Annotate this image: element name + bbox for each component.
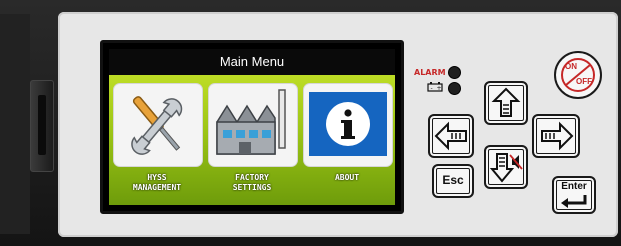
enter-button[interactable]: Enter	[552, 176, 596, 214]
hyss-label-line1: HYSS	[147, 173, 167, 182]
alarm-label: ALARM	[414, 68, 446, 77]
battery-led	[448, 82, 461, 95]
svg-text:-: -	[431, 85, 433, 92]
usb-port	[30, 80, 54, 172]
off-label: OFF	[576, 77, 592, 86]
down-mute-button[interactable]	[484, 145, 528, 189]
up-arrow-icon	[491, 87, 521, 117]
factory-settings-label: FACTORY SETTINGS	[206, 173, 298, 193]
factory-label-line2: SETTINGS	[232, 183, 272, 192]
hyss-management-label: HYSS MANAGEMENT	[111, 173, 203, 193]
svg-text:+: +	[437, 85, 442, 92]
right-arrow-icon	[541, 121, 574, 151]
enter-arrow-icon	[561, 195, 587, 208]
esc-button[interactable]: Esc	[432, 164, 474, 198]
factory-settings-tile[interactable]	[208, 83, 298, 167]
screen-content: Main Menu HYSS MANAGEMENT FACTORY SETTIN…	[109, 49, 395, 205]
usb-slot	[38, 95, 46, 155]
info-icon	[309, 92, 387, 156]
esc-label: Esc	[442, 173, 464, 187]
power-icon	[561, 58, 595, 92]
power-button[interactable]: ON OFF	[554, 51, 602, 99]
on-label: ON	[565, 62, 577, 71]
alarm-led	[448, 66, 461, 79]
wrench-screwdriver-icon	[131, 96, 183, 155]
hyss-management-tile[interactable]	[113, 83, 203, 167]
right-button[interactable]	[532, 114, 580, 158]
screen-title: Main Menu	[109, 49, 395, 75]
about-label-line1: ABOUT	[334, 173, 360, 182]
about-tile[interactable]	[303, 83, 393, 167]
left-arrow-icon	[434, 121, 467, 151]
down-arrow-mute-icon	[489, 153, 523, 183]
device-left-edge	[0, 14, 30, 234]
factory-label-line1: FACTORY	[235, 173, 269, 182]
battery-icon: - +	[427, 82, 443, 92]
factory-icon	[216, 89, 286, 155]
about-label: ABOUT	[301, 173, 393, 183]
lcd-screen: Main Menu HYSS MANAGEMENT FACTORY SETTIN…	[100, 40, 404, 214]
up-button[interactable]	[484, 81, 528, 125]
hyss-label-line2: MANAGEMENT	[132, 183, 182, 192]
left-button[interactable]	[428, 114, 474, 158]
